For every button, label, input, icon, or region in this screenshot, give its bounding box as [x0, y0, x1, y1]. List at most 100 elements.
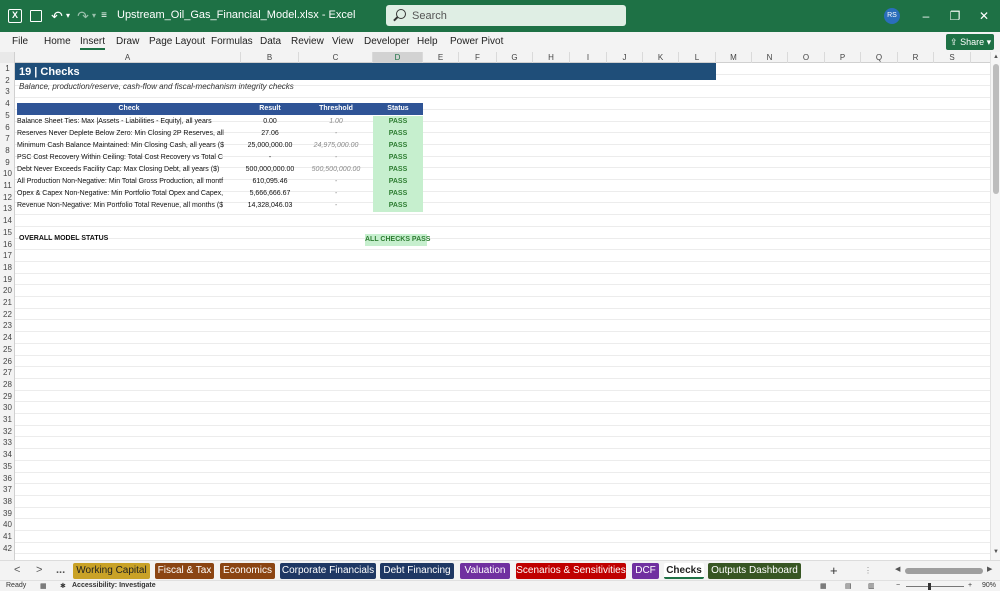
row-header-40[interactable]: 40 [0, 519, 15, 531]
zoom-level[interactable]: 90% [982, 582, 996, 589]
row-header-1[interactable]: 1 [0, 63, 15, 75]
row-header-28[interactable]: 28 [0, 379, 15, 391]
row-header-27[interactable]: 27 [0, 367, 15, 379]
ribbon-tab-insert[interactable]: Insert [80, 36, 106, 50]
ribbon-tab-power-pivot[interactable]: Power Pivot [450, 36, 503, 47]
close-icon[interactable]: ✕ [974, 6, 994, 26]
zoom-out-button[interactable]: − [896, 582, 900, 589]
row-header-32[interactable]: 32 [0, 426, 15, 438]
column-header-k[interactable]: K [643, 52, 679, 63]
horizontal-scroll-thumb[interactable] [905, 568, 983, 574]
row-header-4[interactable]: 4 [0, 98, 15, 110]
redo-dropdown-icon[interactable]: ▾ [90, 8, 98, 24]
column-header-e[interactable]: E [423, 52, 459, 63]
accessibility-icon[interactable]: ✱ [60, 582, 66, 590]
macro-record-icon[interactable]: ▦ [40, 582, 47, 590]
column-header-r[interactable]: R [898, 52, 934, 63]
column-header-j[interactable]: J [607, 52, 643, 63]
horizontal-scrollbar[interactable]: ◀ ▶ [895, 565, 993, 575]
row-header-6[interactable]: 6 [0, 122, 15, 134]
normal-view-icon[interactable]: ▦ [820, 582, 827, 590]
column-header-a[interactable]: A [15, 52, 241, 63]
customize-toolbar-icon[interactable]: ≡ [100, 8, 108, 24]
row-header-13[interactable]: 13 [0, 203, 15, 215]
ribbon-tab-draw[interactable]: Draw [116, 36, 139, 47]
tab-scroll-left-icon[interactable]: < [14, 564, 20, 576]
ribbon-tab-formulas[interactable]: Formulas [211, 36, 253, 47]
column-header-o[interactable]: O [788, 52, 825, 63]
maximize-icon[interactable]: ❐ [945, 6, 965, 26]
search-input[interactable] [412, 5, 612, 26]
page-layout-view-icon[interactable]: ▤ [845, 582, 852, 590]
save-icon[interactable] [30, 10, 42, 22]
row-header-18[interactable]: 18 [0, 262, 15, 274]
sheet-tab-outputs-dashboard[interactable]: Outputs Dashboard [708, 563, 801, 579]
row-header-29[interactable]: 29 [0, 391, 15, 403]
row-header-17[interactable]: 17 [0, 250, 15, 262]
column-header-n[interactable]: N [752, 52, 788, 63]
row-header-21[interactable]: 21 [0, 297, 15, 309]
row-header-26[interactable]: 26 [0, 356, 15, 368]
sheet-tab-debt-financing[interactable]: Debt Financing [380, 563, 454, 579]
zoom-in-button[interactable]: + [968, 582, 972, 589]
row-header-19[interactable]: 19 [0, 274, 15, 286]
column-header-s[interactable]: S [934, 52, 971, 63]
undo-icon[interactable]: ↶ [50, 8, 64, 24]
add-sheet-button[interactable]: + [830, 563, 838, 578]
row-header-31[interactable]: 31 [0, 414, 15, 426]
column-header-f[interactable]: F [459, 52, 497, 63]
sheet-tab-working-capital[interactable]: Working Capital [73, 563, 150, 579]
row-header-42[interactable]: 42 [0, 543, 15, 555]
column-header-m[interactable]: M [716, 52, 752, 63]
page-break-view-icon[interactable]: ▥ [868, 582, 875, 590]
sheet-tab-corporate-financials[interactable]: Corporate Financials [280, 563, 376, 579]
column-header-l[interactable]: L [679, 52, 716, 63]
column-header-h[interactable]: H [533, 52, 570, 63]
column-header-q[interactable]: Q [861, 52, 898, 63]
ribbon-tab-view[interactable]: View [332, 36, 354, 47]
row-header-8[interactable]: 8 [0, 145, 15, 157]
column-header-c[interactable]: C [299, 52, 373, 63]
row-header-38[interactable]: 38 [0, 496, 15, 508]
share-button[interactable]: ⇪ Share ▾ [946, 34, 994, 50]
row-header-25[interactable]: 25 [0, 344, 15, 356]
sheet-tab-checks[interactable]: Checks [664, 563, 704, 579]
row-header-11[interactable]: 11 [0, 180, 15, 192]
row-header-30[interactable]: 30 [0, 402, 15, 414]
more-tabs-icon[interactable]: ... [56, 564, 65, 576]
tab-splitter-icon[interactable]: ⋮ [864, 566, 872, 575]
ribbon-tab-page-layout[interactable]: Page Layout [149, 36, 205, 47]
cell-area[interactable]: 19 | Checks Balance, production/reserve,… [15, 63, 990, 560]
zoom-slider-thumb[interactable] [928, 583, 931, 590]
sheet-tab-fiscal-tax[interactable]: Fiscal & Tax [155, 563, 214, 579]
ribbon-tab-developer[interactable]: Developer [364, 36, 410, 47]
search-box[interactable] [386, 5, 626, 26]
row-header-9[interactable]: 9 [0, 157, 15, 169]
avatar[interactable]: RS [884, 8, 900, 24]
row-header-20[interactable]: 20 [0, 285, 15, 297]
row-header-16[interactable]: 16 [0, 239, 15, 251]
vertical-scroll-thumb[interactable] [993, 64, 999, 194]
row-header-5[interactable]: 5 [0, 110, 15, 122]
row-header-41[interactable]: 41 [0, 531, 15, 543]
row-header-33[interactable]: 33 [0, 437, 15, 449]
scroll-down-icon[interactable]: ▼ [991, 549, 1000, 555]
vertical-scrollbar[interactable]: ▲ ▼ [990, 52, 1000, 560]
undo-dropdown-icon[interactable]: ▾ [64, 8, 72, 24]
ribbon-tab-data[interactable]: Data [260, 36, 281, 47]
row-header-14[interactable]: 14 [0, 215, 15, 227]
ribbon-tab-home[interactable]: Home [44, 36, 71, 47]
minimize-icon[interactable]: – [916, 6, 936, 26]
row-header-39[interactable]: 39 [0, 508, 15, 520]
sheet-tab-valuation[interactable]: Valuation [460, 563, 510, 579]
ribbon-tab-file[interactable]: File [12, 36, 28, 47]
zoom-slider[interactable] [906, 586, 964, 587]
scroll-right-icon[interactable]: ▶ [987, 565, 992, 573]
accessibility-status[interactable]: Accessibility: Investigate [72, 582, 156, 589]
column-header-d[interactable]: D [373, 52, 423, 63]
scroll-up-icon[interactable]: ▲ [991, 54, 1000, 60]
select-all-corner[interactable] [0, 52, 15, 63]
row-header-3[interactable]: 3 [0, 86, 15, 98]
row-header-12[interactable]: 12 [0, 192, 15, 204]
column-header-b[interactable]: B [241, 52, 299, 63]
